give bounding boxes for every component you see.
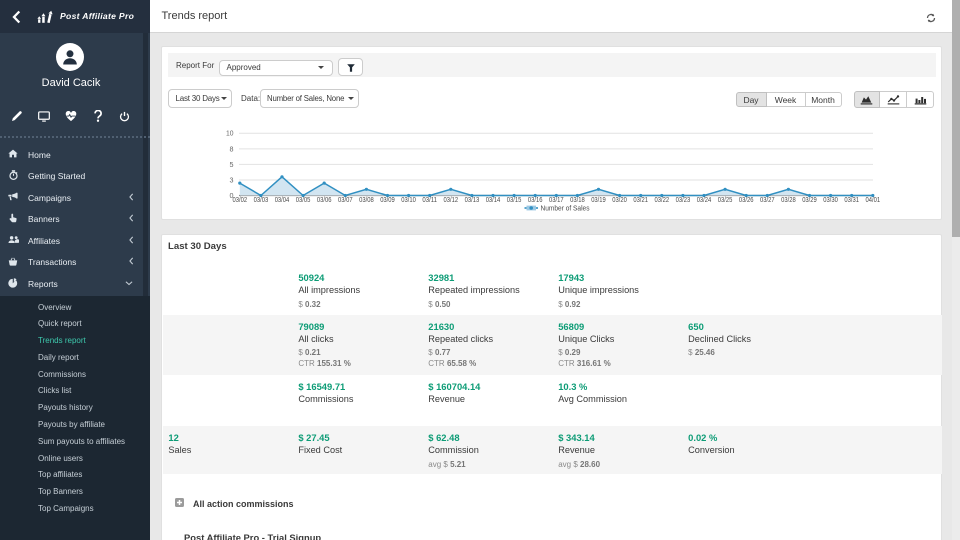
svg-text:03/31: 03/31 bbox=[844, 197, 859, 204]
svg-text:03/20: 03/20 bbox=[612, 197, 627, 204]
svg-text:03/27: 03/27 bbox=[760, 197, 775, 204]
svg-text:03/29: 03/29 bbox=[802, 197, 817, 204]
svg-text:03/19: 03/19 bbox=[591, 197, 606, 204]
svg-text:03/14: 03/14 bbox=[485, 197, 500, 204]
svg-text:10: 10 bbox=[226, 129, 234, 138]
svg-text:03/11: 03/11 bbox=[422, 197, 437, 204]
svg-text:03/10: 03/10 bbox=[401, 197, 416, 204]
svg-text:03/26: 03/26 bbox=[738, 197, 753, 204]
svg-text:5: 5 bbox=[229, 160, 233, 169]
svg-text:3: 3 bbox=[229, 175, 233, 184]
svg-text:03/02: 03/02 bbox=[232, 197, 247, 204]
svg-text:03/24: 03/24 bbox=[696, 197, 711, 204]
svg-text:03/25: 03/25 bbox=[717, 197, 732, 204]
svg-text:Number of Sales: Number of Sales bbox=[540, 204, 589, 213]
svg-text:03/05: 03/05 bbox=[295, 197, 310, 204]
svg-text:03/13: 03/13 bbox=[464, 197, 479, 204]
svg-text:03/15: 03/15 bbox=[506, 197, 521, 204]
svg-text:8: 8 bbox=[229, 144, 233, 153]
svg-text:03/21: 03/21 bbox=[633, 197, 648, 204]
svg-text:03/28: 03/28 bbox=[781, 197, 796, 204]
svg-text:03/03: 03/03 bbox=[253, 197, 268, 204]
svg-text:03/06: 03/06 bbox=[316, 197, 331, 204]
svg-text:03/23: 03/23 bbox=[675, 197, 690, 204]
svg-text:03/04: 03/04 bbox=[274, 197, 289, 204]
svg-text:03/09: 03/09 bbox=[380, 197, 395, 204]
svg-text:03/08: 03/08 bbox=[359, 197, 374, 204]
svg-text:03/30: 03/30 bbox=[823, 197, 838, 204]
svg-text:03/22: 03/22 bbox=[654, 197, 669, 204]
svg-text:03/07: 03/07 bbox=[338, 197, 353, 204]
svg-text:03/12: 03/12 bbox=[443, 197, 458, 204]
svg-text:04/01: 04/01 bbox=[865, 197, 880, 204]
